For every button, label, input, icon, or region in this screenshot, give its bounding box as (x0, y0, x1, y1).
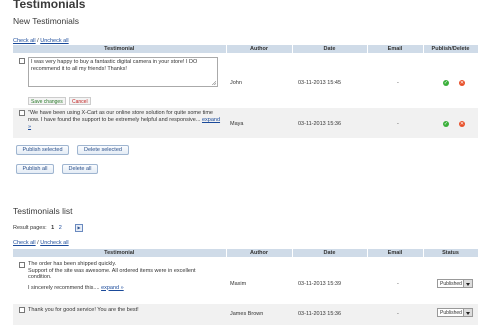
date-cell: 03-11-2013 15:45 (298, 80, 342, 86)
testimonial-line: I sincerely recommend this.... (28, 284, 100, 291)
row-checkbox[interactable] (19, 58, 25, 64)
col-publish-delete: Publish/Delete (423, 45, 479, 53)
email-cell: - (397, 311, 399, 317)
check-all-link[interactable]: Check all (13, 38, 36, 44)
delete-icon[interactable]: ✕ (459, 121, 465, 127)
status-value: Published (440, 310, 462, 316)
publish-icon[interactable]: ✓ (443, 80, 449, 86)
col-status: Status (423, 249, 479, 257)
delete-icon[interactable]: ✕ (459, 80, 465, 86)
author-cell: Maya (230, 121, 244, 127)
result-pages: Result pages: 1 2 (13, 225, 62, 231)
col-email: Email (367, 249, 424, 257)
dropdown-arrow-icon[interactable] (463, 309, 472, 316)
cancel-button[interactable]: Cancel (69, 97, 91, 105)
delete-all-button[interactable]: Delete all (62, 164, 98, 174)
testimonials-list-heading: Testimonials list (13, 206, 73, 216)
list-check-links: Check all / Uncheck all (13, 240, 69, 246)
testimonial-text: Thank you for good service! You are the … (28, 307, 139, 313)
author-cell: Maxim (230, 281, 247, 287)
new-check-links: Check all / Uncheck all (13, 38, 69, 44)
page-title: Testimonials (13, 0, 86, 11)
date-cell: 03-11-2013 15:36 (298, 311, 342, 317)
row-checkbox[interactable] (19, 262, 25, 268)
resize-grip-icon[interactable] (212, 81, 216, 85)
uncheck-all-link[interactable]: Uncheck all (40, 38, 68, 44)
testimonial-snippet: "We have been using X-Cart as our online… (28, 110, 213, 123)
status-select[interactable]: Published (437, 279, 473, 288)
col-author: Author (226, 249, 293, 257)
testimonial-edit-textarea[interactable]: I was very happy to buy a fantastic digi… (28, 57, 218, 87)
testimonial-text: The order has been shipped quickly. Supp… (28, 261, 228, 291)
page-1[interactable]: 1 (51, 225, 54, 231)
testimonial-line: condition. (28, 274, 52, 280)
col-author: Author (226, 45, 293, 53)
delete-selected-button[interactable]: Delete selected (77, 145, 129, 155)
date-cell: 03-11-2013 15:39 (298, 281, 342, 287)
uncheck-all-link[interactable]: Uncheck all (40, 240, 68, 246)
date-cell: 03-11-2013 15:36 (298, 121, 342, 127)
publish-all-button[interactable]: Publish all (16, 164, 54, 174)
email-cell: - (397, 281, 399, 287)
author-cell: James Brown (230, 311, 264, 317)
col-testimonial: Testimonial (13, 45, 227, 53)
expand-link[interactable]: expand » (101, 285, 124, 291)
col-email: Email (367, 45, 424, 53)
row-checkbox[interactable] (19, 110, 25, 116)
link-separator: / (37, 38, 39, 44)
testimonials-list-table-header: Testimonial Author Date Email Status (13, 249, 479, 257)
publish-selected-button[interactable]: Publish selected (16, 145, 69, 155)
dropdown-arrow-icon[interactable] (463, 280, 472, 287)
result-pages-label: Result pages: (13, 225, 47, 231)
next-page-icon[interactable]: ▶ (75, 224, 83, 232)
testimonial-text: "We have been using X-Cart as our online… (28, 110, 223, 131)
email-cell: - (397, 121, 399, 127)
page-2[interactable]: 2 (59, 225, 62, 231)
link-separator: / (37, 240, 39, 246)
email-cell: - (397, 80, 399, 86)
new-testimonials-table-header: Testimonial Author Date Email Publish/De… (13, 45, 479, 53)
status-select[interactable]: Published (437, 308, 473, 317)
author-cell: John (230, 80, 242, 86)
row-checkbox[interactable] (19, 307, 25, 313)
status-value: Published (440, 281, 462, 287)
col-date: Date (292, 45, 368, 53)
new-testimonials-heading: New Testimonials (13, 16, 79, 26)
col-testimonial: Testimonial (13, 249, 227, 257)
check-all-link[interactable]: Check all (13, 240, 36, 246)
col-date: Date (292, 249, 368, 257)
publish-icon[interactable]: ✓ (443, 121, 449, 127)
testimonial-edit-text: I was very happy to buy a fantastic digi… (31, 59, 198, 72)
save-changes-button[interactable]: Save changes (28, 97, 66, 105)
